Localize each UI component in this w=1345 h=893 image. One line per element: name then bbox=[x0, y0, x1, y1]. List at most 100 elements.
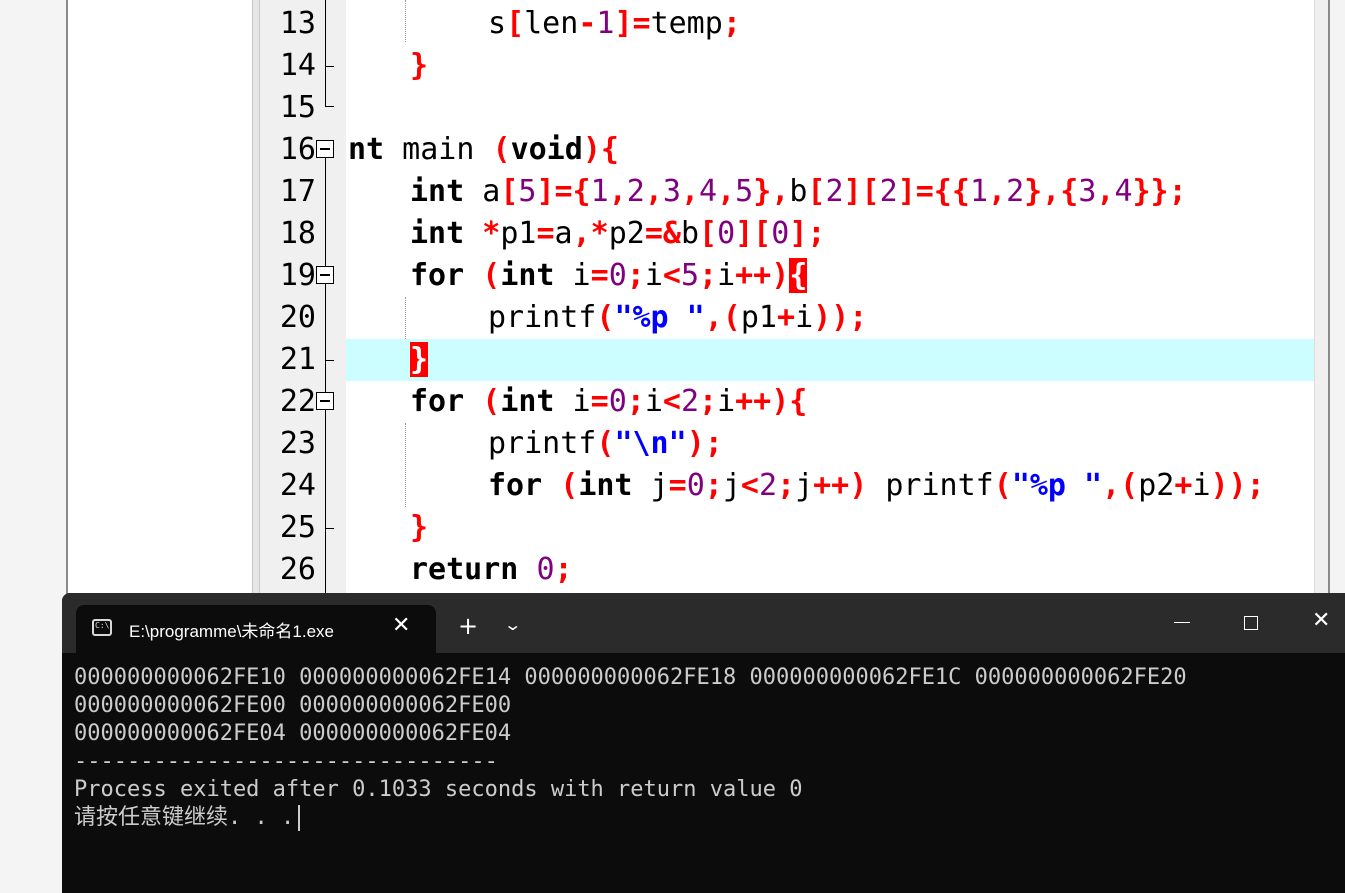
code-token: 2 bbox=[626, 174, 645, 209]
code-line[interactable]: for (int j=0;j<2;j++) printf("%p ",(p2+i… bbox=[488, 465, 1265, 507]
code-token: p2 bbox=[608, 216, 645, 251]
indent-guide bbox=[405, 423, 406, 507]
code-token: printf bbox=[488, 300, 597, 335]
code-token: 0 bbox=[536, 552, 555, 587]
code-token: < bbox=[662, 258, 681, 293]
code-line[interactable]: s[len-1]=temp; bbox=[488, 3, 741, 45]
code-token: 2 bbox=[879, 174, 898, 209]
indent-guide bbox=[405, 0, 406, 42]
code-line[interactable]: } bbox=[410, 339, 429, 381]
code-token: ; bbox=[626, 258, 645, 293]
code-line[interactable]: printf("%p ",(p1+i)); bbox=[488, 297, 867, 339]
code-token: [ bbox=[506, 6, 525, 41]
line-number: 21 bbox=[279, 342, 316, 377]
code-token: 2 bbox=[680, 384, 699, 419]
current-line-highlight bbox=[346, 339, 1314, 381]
fold-collapse-icon[interactable] bbox=[316, 140, 334, 158]
code-token: 1 bbox=[969, 174, 988, 209]
code-token: = bbox=[668, 468, 687, 503]
terminal-window[interactable]: C:\ E:\programme\未命名1.exe ✕ + ⌄ ✕ 000000… bbox=[62, 593, 1345, 893]
pane-splitter[interactable] bbox=[252, 0, 260, 600]
close-tab-icon[interactable]: ✕ bbox=[392, 613, 410, 639]
window-right-edge bbox=[1328, 0, 1345, 600]
line-number: 26 bbox=[279, 552, 316, 587]
code-token: j bbox=[722, 468, 741, 503]
code-line[interactable]: int *p1=a,*p2=&b[0][0]; bbox=[410, 213, 825, 255]
code-token: len bbox=[524, 6, 579, 41]
code-token: } bbox=[410, 510, 429, 545]
code-line[interactable]: int a[5]={1,2,3,4,5},b[2][2]={{1,2},{3,4… bbox=[410, 171, 1187, 213]
code-token: ++) bbox=[813, 468, 868, 503]
code-line[interactable]: return 0; bbox=[410, 549, 573, 591]
tab-title: E:\programme\未命名1.exe bbox=[129, 622, 335, 641]
code-token: ]={{ bbox=[897, 174, 970, 209]
press-any-key-prompt: 请按任意键继续. . . bbox=[74, 804, 1334, 832]
code-token: 2 bbox=[825, 174, 844, 209]
code-token: =& bbox=[644, 216, 681, 251]
code-token: , bbox=[680, 174, 699, 209]
output-line: 000000000062FE04 000000000062FE04 bbox=[74, 721, 512, 746]
code-token: , bbox=[717, 174, 736, 209]
indent-guide bbox=[405, 297, 406, 339]
editor-vertical-scrollbar[interactable] bbox=[1314, 0, 1329, 600]
line-number: 15 bbox=[279, 90, 316, 125]
line-number: 18 bbox=[279, 216, 316, 251]
code-token: ++) bbox=[735, 258, 790, 293]
code-token: ; bbox=[699, 384, 718, 419]
line-number: 22 bbox=[279, 384, 316, 419]
code-token: 0 bbox=[717, 216, 736, 251]
code-token: 1 bbox=[590, 174, 609, 209]
code-token: ( bbox=[492, 132, 511, 167]
code-token: [ bbox=[500, 174, 519, 209]
code-token: printf bbox=[867, 468, 994, 503]
fold-collapse-icon[interactable] bbox=[316, 392, 334, 410]
code-token: return bbox=[410, 552, 519, 587]
code-token: int bbox=[500, 258, 555, 293]
output-line: 000000000062FE00 000000000062FE00 bbox=[74, 693, 512, 718]
code-line[interactable]: } bbox=[410, 45, 428, 87]
code-token: "%p " bbox=[1011, 468, 1103, 503]
line-number: 17 bbox=[279, 174, 316, 209]
code-token: 0 bbox=[608, 384, 627, 419]
code-token: i bbox=[1192, 468, 1211, 503]
code-token: for bbox=[410, 384, 465, 419]
code-token: = bbox=[590, 258, 609, 293]
maximize-button[interactable] bbox=[1244, 616, 1258, 630]
code-line[interactable]: nt main (void){ bbox=[348, 129, 619, 171]
fold-end-tick bbox=[325, 66, 334, 67]
code-token: j bbox=[632, 468, 669, 503]
code-token: for bbox=[410, 258, 465, 293]
terminal-output[interactable]: 000000000062FE10 000000000062FE14 000000… bbox=[74, 664, 1334, 832]
minimize-button[interactable] bbox=[1174, 622, 1190, 623]
line-number: 25 bbox=[279, 510, 316, 545]
code-line[interactable]: } bbox=[410, 507, 428, 549]
code-token: } bbox=[410, 48, 429, 83]
code-token: 0 bbox=[608, 258, 627, 293]
code-token: 3 bbox=[1078, 174, 1097, 209]
terminal-tab[interactable]: C:\ E:\programme\未命名1.exe ✕ bbox=[76, 605, 436, 653]
terminal-titlebar[interactable]: C:\ E:\programme\未命名1.exe ✕ + ⌄ ✕ bbox=[62, 593, 1345, 653]
code-line[interactable]: for (int i=0;i<5;i++){ bbox=[410, 255, 808, 297]
code-token: i bbox=[644, 258, 663, 293]
code-token: = bbox=[590, 384, 609, 419]
code-token: ; bbox=[722, 6, 741, 41]
code-line[interactable]: printf("\n"); bbox=[488, 423, 723, 465]
output-separator: -------------------------------- bbox=[74, 749, 498, 774]
close-window-button[interactable]: ✕ bbox=[1312, 609, 1330, 633]
fold-end-tick bbox=[325, 528, 334, 529]
code-token: ; bbox=[777, 468, 796, 503]
code-token: ; bbox=[554, 552, 573, 587]
code-token: p2 bbox=[1138, 468, 1175, 503]
code-token: < bbox=[662, 384, 681, 419]
code-token: for bbox=[488, 468, 543, 503]
code-token: [ bbox=[807, 174, 826, 209]
new-tab-button[interactable]: + bbox=[458, 613, 478, 639]
code-line[interactable]: for (int i=0;i<2;i++){ bbox=[410, 381, 807, 423]
tab-dropdown-button[interactable]: ⌄ bbox=[503, 615, 522, 635]
code-token: "\n" bbox=[614, 426, 687, 461]
output-line: 000000000062FE10 000000000062FE14 000000… bbox=[74, 665, 1187, 690]
code-token: 2 bbox=[758, 468, 777, 503]
fold-collapse-icon[interactable] bbox=[316, 266, 334, 284]
code-token: [ bbox=[699, 216, 718, 251]
